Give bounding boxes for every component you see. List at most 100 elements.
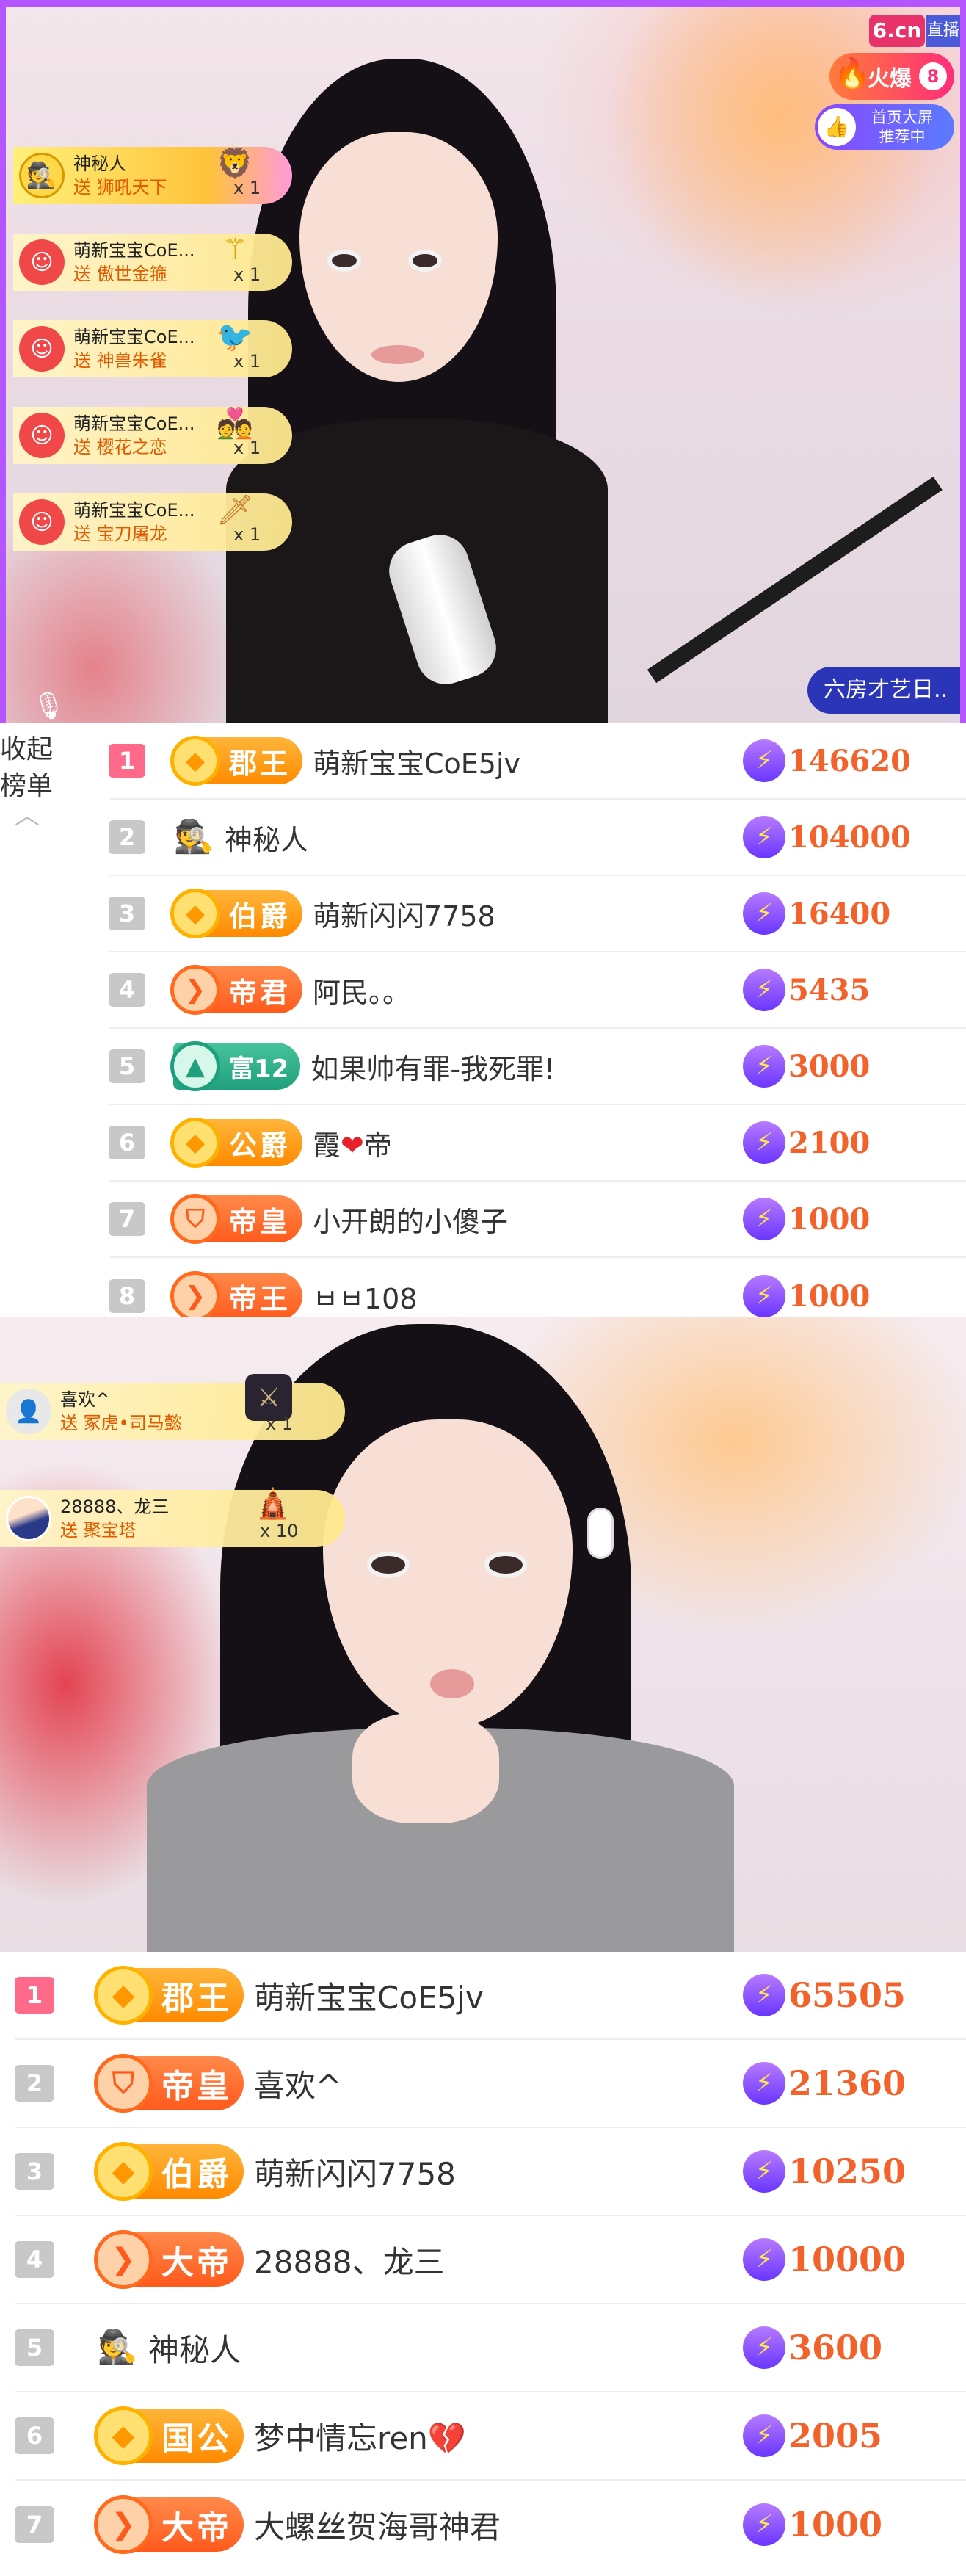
coin-score: ⚡ 3600 xyxy=(743,2326,966,2369)
lips xyxy=(430,1669,474,1698)
ranking-row[interactable]: 1 ◆ 郡王 萌新宝宝CoE5jv ⚡ 65505 xyxy=(15,1952,966,2040)
crown-gem-icon: ◆ xyxy=(170,736,220,786)
homepage-promo-badge[interactable]: 👍 首页大屏 推荐中 xyxy=(815,104,954,150)
ranking-row[interactable]: 3 ◆ 伯爵 萌新闪闪7758 ⚡ 16400 xyxy=(109,876,966,952)
lightning-coin-icon: ⚡ xyxy=(743,2326,785,2369)
rank-number: 3 xyxy=(15,2153,54,2190)
lightning-coin-icon: ⚡ xyxy=(743,892,785,935)
crown-gem-icon: ◆ xyxy=(94,1966,153,2025)
lightning-coin-icon: ⚡ xyxy=(743,2150,785,2193)
flame-icon: 🔥 xyxy=(834,57,871,90)
shield-gem-icon: ⛉ xyxy=(170,1194,220,1244)
coin-score: ⚡ 2005 xyxy=(743,2414,966,2457)
gift-sender: 28888、龙三 xyxy=(60,1497,170,1517)
live-video-player[interactable]: 👤 喜欢^ 送 冢虎•司马懿 ⚔ x 1 28888、龙三 送 聚宝塔 🛕 x … xyxy=(0,1317,966,1952)
ranking-row[interactable]: 4 ❯ 帝君 阿民。。 ⚡ 5435 xyxy=(109,952,966,1029)
collapse-label: 收起榜单 xyxy=(0,734,54,801)
rank-number: 1 xyxy=(15,1977,54,2014)
red-face-icon: ☺ xyxy=(19,239,65,285)
live-tag: 直播 xyxy=(926,15,960,47)
ranking-row[interactable]: 6 ◆ 国公 梦中情忘ren💔 ⚡ 2005 xyxy=(15,2392,966,2481)
default-user-icon: 👤 xyxy=(6,1389,51,1434)
gift-ranking-list: 1 ◆ 郡王 萌新宝宝CoE5jv ⚡ 146620 2 🕵 神秘人 ⚡ 104… xyxy=(109,723,966,1334)
left-eye xyxy=(327,250,361,272)
noble-badge: ❯ 大帝 xyxy=(94,2230,244,2289)
gift-sender: 萌新宝宝CoE... xyxy=(73,500,195,521)
hot-count: 8 xyxy=(919,62,947,90)
site-logo[interactable]: 6.cn xyxy=(869,15,925,47)
lightning-coin-icon: ⚡ xyxy=(743,1198,785,1240)
chevron-gem-icon: ❯ xyxy=(94,2495,153,2554)
gift-count: x 10 xyxy=(260,1521,299,1541)
shield-gem-icon: ⛉ xyxy=(94,2054,153,2113)
wealth-level-badge: ▲ 富12 xyxy=(170,1041,301,1091)
mystery-icon: 🕵 xyxy=(173,818,214,855)
ranking-row[interactable]: 7 ⛉ 帝皇 小开朗的小傻子 ⚡ 1000 xyxy=(109,1182,966,1258)
gift-sender: 萌新宝宝CoE... xyxy=(73,327,195,347)
room-tag-button[interactable]: 六房才艺日.. xyxy=(807,667,960,714)
ranking-row[interactable]: 6 ◆ 公爵 霞❤帝 ⚡ 2100 xyxy=(109,1105,966,1182)
mic-boom-arm xyxy=(647,477,943,684)
ranking-row[interactable]: 7 ❯ 大帝 大螺丝贺海哥神君 ⚡ 1000 xyxy=(15,2481,966,2569)
rank-number: 4 xyxy=(15,2241,54,2278)
lightning-coin-icon: ⚡ xyxy=(743,2503,785,2546)
gift-sender: 萌新宝宝CoE... xyxy=(73,240,195,261)
gift-count: x 1 xyxy=(266,1414,294,1434)
coin-score: ⚡ 1000 xyxy=(743,2503,966,2546)
mystery-icon: 🕵 xyxy=(19,153,65,198)
red-face-icon: ☺ xyxy=(19,326,65,372)
gift-notification: 28888、龙三 送 聚宝塔 🛕 x 10 xyxy=(0,1487,345,1547)
rank-number: 7 xyxy=(15,2506,54,2543)
left-eye xyxy=(367,1552,410,1578)
lightning-coin-icon: ⚡ xyxy=(743,1974,785,2016)
gift-action: 送 神兽朱雀 xyxy=(73,350,167,371)
ranking-row[interactable]: 4 ❯ 大帝 28888、龙三 ⚡ 10000 xyxy=(15,2216,966,2304)
thumbs-up-icon: 👍 xyxy=(818,108,856,146)
gift-notification: ☺ 萌新宝宝CoE... 送 宝刀屠龙 🗡 x 1 xyxy=(13,493,292,551)
pagoda-icon: 🛕 xyxy=(255,1486,291,1521)
triangle-gem-icon: ▲ xyxy=(170,1041,220,1091)
gift-sender: 神秘人 xyxy=(73,153,126,174)
rank-number: 7 xyxy=(109,1202,145,1236)
lightning-coin-icon: ⚡ xyxy=(743,1045,785,1088)
noble-badge: ❯ 大帝 xyxy=(94,2495,244,2554)
noble-badge: ◆ 伯爵 xyxy=(170,889,303,938)
rank-number: 1 xyxy=(109,744,145,778)
collapse-ranking-button[interactable]: 收起榜单 ︿ xyxy=(0,731,66,828)
gift-count: x 1 xyxy=(233,264,261,285)
lips xyxy=(371,345,424,364)
gift-count: x 1 xyxy=(233,178,261,198)
gift-count: x 1 xyxy=(233,351,261,372)
rank-number: 4 xyxy=(109,973,145,1007)
gift-action: 送 狮吼天下 xyxy=(73,177,167,198)
gift-ranking-list: 1 ◆ 郡王 萌新宝宝CoE5jv ⚡ 65505 2 ⛉ 帝皇 喜欢^ ⚡ 2… xyxy=(15,1952,966,2569)
noble-badge: ◆ 公爵 xyxy=(170,1118,303,1168)
lightning-coin-icon: ⚡ xyxy=(743,2062,785,2105)
lightning-coin-icon: ⚡ xyxy=(743,739,785,782)
red-face-icon: ☺ xyxy=(19,413,65,458)
rank-number: 5 xyxy=(109,1049,145,1083)
ranking-row[interactable]: 3 ◆ 伯爵 萌新闪闪7758 ⚡ 10250 xyxy=(15,2128,966,2216)
gift-sender: 萌新宝宝CoE... xyxy=(73,413,195,434)
red-face-icon: ☺ xyxy=(19,499,65,545)
gift-notification: ☺ 萌新宝宝CoE... 送 樱花之恋 💑 x 1 xyxy=(13,407,292,464)
ranking-row[interactable]: 2 🕵 神秘人 ⚡ 104000 xyxy=(109,800,966,876)
ranking-row[interactable]: 5 🕵 神秘人 ⚡ 3600 xyxy=(15,2304,966,2392)
coin-score: ⚡ 146620 xyxy=(743,739,966,782)
microphone-icon[interactable]: 🎙 xyxy=(32,690,66,721)
rank-number: 2 xyxy=(109,820,145,854)
gift-notification: ☺ 萌新宝宝CoE... 送 神兽朱雀 🐦 x 1 xyxy=(13,320,292,377)
chevron-gem-icon: ❯ xyxy=(170,965,220,1015)
user-photo xyxy=(6,1496,51,1541)
ranking-row[interactable]: 1 ◆ 郡王 萌新宝宝CoE5jv ⚡ 146620 xyxy=(109,723,966,800)
live-video-player[interactable]: 6.cn 直播 🔥 火爆 8 👍 首页大屏 推荐中 🕵 神秘人 送 狮吼天下 🦁… xyxy=(0,0,966,723)
noble-badge: ◆ 伯爵 xyxy=(94,2142,244,2201)
ranking-row[interactable]: 2 ⛉ 帝皇 喜欢^ ⚡ 21360 xyxy=(15,2040,966,2128)
rank-number: 6 xyxy=(109,1126,145,1159)
broken-heart-icon: 💔 xyxy=(427,2420,467,2456)
rank-number: 8 xyxy=(109,1279,145,1313)
ranking-row[interactable]: 5 ▲ 富12 如果帅有罪-我死罪! ⚡ 3000 xyxy=(109,1029,966,1105)
chevron-gem-icon: ❯ xyxy=(170,1271,220,1321)
hot-rank-badge[interactable]: 🔥 火爆 8 xyxy=(829,53,954,100)
crown-gem-icon: ◆ xyxy=(94,2406,153,2465)
